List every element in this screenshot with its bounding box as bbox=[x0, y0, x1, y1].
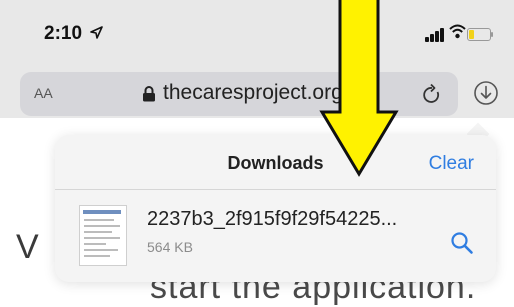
reload-icon[interactable] bbox=[422, 83, 442, 105]
wifi-icon bbox=[449, 24, 466, 39]
download-filename[interactable]: 2237b3_2f915f9f29f54225... bbox=[147, 208, 397, 231]
text-size-label: AA bbox=[34, 85, 53, 101]
battery-level bbox=[469, 30, 474, 39]
url-text[interactable]: thecaresproject.org bbox=[163, 81, 343, 105]
download-icon[interactable] bbox=[473, 80, 499, 106]
location-arrow-icon bbox=[90, 26, 103, 39]
down-arrow-icon bbox=[319, 0, 399, 177]
downloads-popover: Downloads Clear 2237b3_2f915f9f29f54225.… bbox=[55, 135, 496, 282]
battery-tip bbox=[491, 32, 493, 37]
battery-icon bbox=[467, 28, 491, 41]
status-indicators bbox=[425, 24, 493, 44]
text-size-button[interactable]: AA bbox=[34, 82, 53, 103]
status-time: 2:10 bbox=[44, 23, 83, 44]
document-thumbnail-icon[interactable] bbox=[79, 205, 127, 266]
clear-button[interactable]: Clear bbox=[429, 153, 474, 175]
page-text-fragment: V bbox=[16, 228, 39, 266]
magnifier-icon[interactable] bbox=[450, 231, 474, 255]
download-file-size: 564 KB bbox=[147, 239, 193, 255]
divider bbox=[55, 189, 496, 190]
lock-icon bbox=[143, 86, 155, 102]
